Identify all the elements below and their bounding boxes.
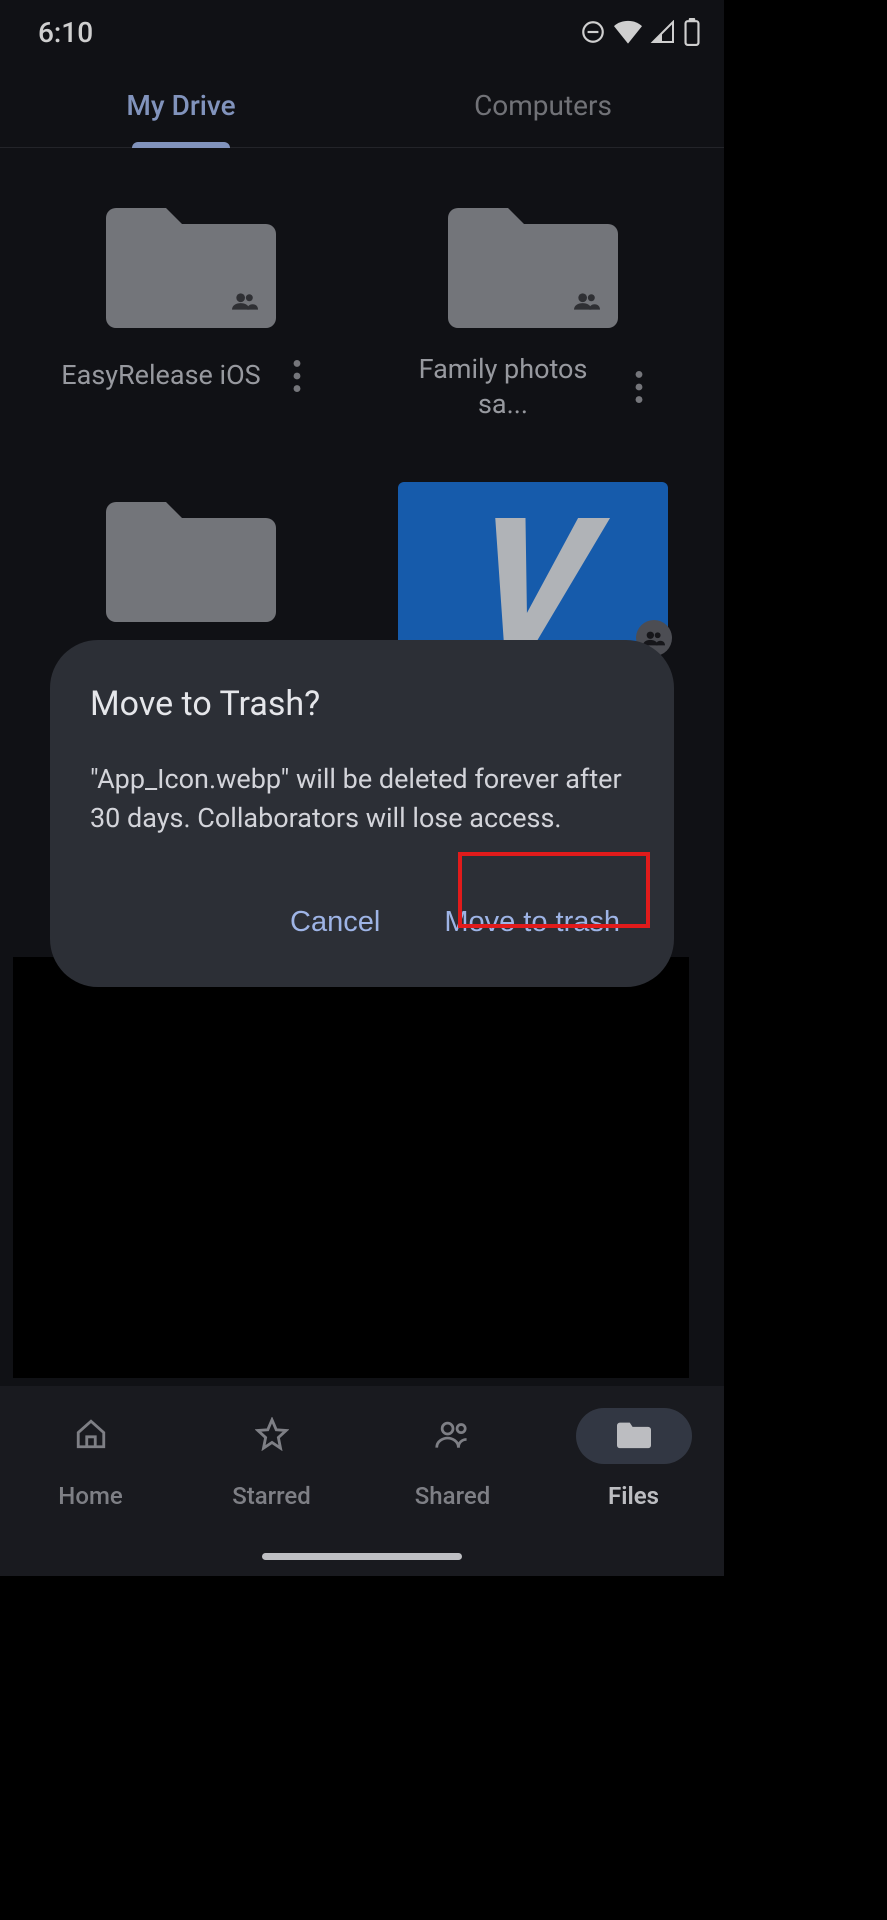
cancel-button[interactable]: Cancel <box>282 894 388 951</box>
screen: 6:10 My Drive Computers <box>0 0 724 1576</box>
dialog-message: "App_Icon.webp" will be deleted forever … <box>90 760 634 838</box>
move-to-trash-dialog: Move to Trash? "App_Icon.webp" will be d… <box>50 640 674 987</box>
move-to-trash-button[interactable]: Move to trash <box>436 894 628 951</box>
dialog-title: Move to Trash? <box>90 684 634 724</box>
dialog-actions: Cancel Move to trash <box>90 894 634 951</box>
